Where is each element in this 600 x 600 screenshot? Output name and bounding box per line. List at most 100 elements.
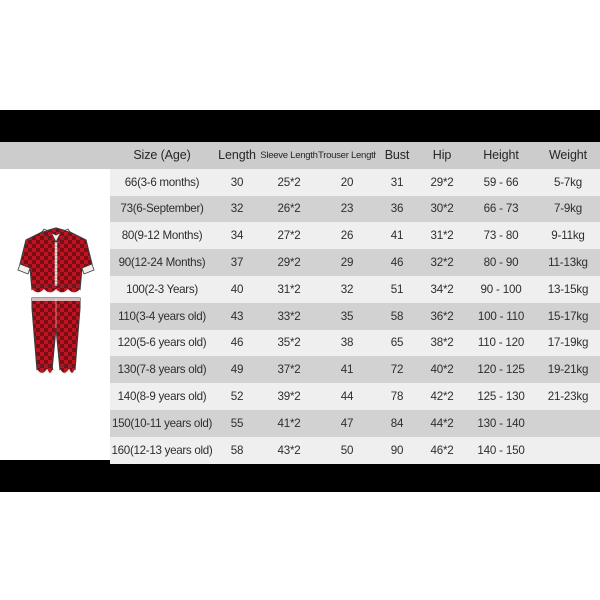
cell-hip: 34*2 bbox=[430, 282, 454, 296]
cell-height: 59 - 66 bbox=[483, 175, 519, 189]
cell-bust: 84 bbox=[390, 416, 404, 430]
cell-length: 49 bbox=[230, 363, 244, 377]
cell-length: 34 bbox=[230, 229, 244, 243]
cell-height: 80 - 90 bbox=[483, 256, 519, 270]
cell-size-age: 100(2-3 Years) bbox=[126, 282, 198, 296]
cell-height: 90 - 100 bbox=[480, 282, 522, 296]
cell-hip: 32*2 bbox=[430, 256, 454, 270]
table-row: 110(3-4 years old) 43 33*2 35 58 36*2 10… bbox=[110, 302, 600, 330]
cell-size-age: 130(7-8 years old) bbox=[117, 363, 207, 377]
plaid-pajama-set-icon bbox=[17, 227, 95, 375]
table-row: 73(6-September) 32 26*2 23 36 30*2 66 - … bbox=[110, 195, 600, 223]
cell-size-age: 110(3-4 years old) bbox=[118, 309, 206, 323]
cell-size-age: 66(3-6 months) bbox=[124, 175, 200, 189]
size-chart-table-wrap: Size (Age) Length Sleeve Length Trouser … bbox=[110, 142, 600, 464]
cell-weight: 13-15kg bbox=[547, 282, 589, 296]
table-row: 100(2-3 Years) 40 31*2 32 51 34*2 90 - 1… bbox=[110, 275, 600, 303]
table-row: 150(10-11 years old) 55 41*2 47 84 44*2 … bbox=[110, 409, 600, 437]
cell-weight: 11-13kg bbox=[548, 256, 588, 270]
bottom-black-band bbox=[0, 460, 600, 492]
cell-bust: 51 bbox=[390, 282, 404, 296]
cell-length: 40 bbox=[230, 282, 244, 296]
cell-height: 140 - 150 bbox=[477, 443, 525, 457]
column-header-trouser-length: Trouser Length bbox=[318, 149, 376, 161]
cell-bust: 72 bbox=[390, 363, 404, 377]
table-row: 140(8-9 years old) 52 39*2 44 78 42*2 12… bbox=[110, 383, 600, 410]
cell-size-age: 160(12-13 years old) bbox=[111, 443, 213, 457]
cell-weight: 7-9kg bbox=[553, 202, 582, 216]
cell-height: 120 - 125 bbox=[477, 363, 525, 377]
column-header-bust: Bust bbox=[384, 148, 410, 163]
table-row: 90(12-24 Months) 37 29*2 29 46 32*2 80 -… bbox=[110, 249, 600, 276]
top-black-band bbox=[0, 110, 600, 142]
cell-hip: 44*2 bbox=[430, 416, 454, 430]
cell-sleeve-length: 31*2 bbox=[277, 282, 301, 296]
column-header-size-age: Size (Age) bbox=[133, 148, 191, 163]
cell-hip: 38*2 bbox=[430, 336, 454, 350]
cell-sleeve-length: 35*2 bbox=[277, 336, 301, 350]
cell-hip: 30*2 bbox=[430, 202, 454, 216]
cell-trouser-length: 29 bbox=[340, 256, 354, 270]
cell-height: 100 - 110 bbox=[477, 309, 525, 323]
cell-size-age: 73(6-September) bbox=[120, 202, 204, 216]
table-row: 66(3-6 months) 30 25*2 20 31 29*2 59 - 6… bbox=[110, 168, 600, 196]
cell-sleeve-length: 29*2 bbox=[277, 256, 301, 270]
cell-sleeve-length: 26*2 bbox=[277, 202, 301, 216]
cell-trouser-length: 23 bbox=[340, 202, 354, 216]
cell-bust: 58 bbox=[390, 309, 404, 323]
cell-bust: 90 bbox=[390, 443, 404, 457]
cell-height: 130 - 140 bbox=[477, 416, 525, 430]
size-chart-page: Size (Age) Length Sleeve Length Trouser … bbox=[0, 0, 600, 600]
table-body: 66(3-6 months) 30 25*2 20 31 29*2 59 - 6… bbox=[110, 168, 600, 464]
cell-size-age: 120(5-6 years old) bbox=[117, 336, 207, 350]
column-header-sleeve-length: Sleeve Length bbox=[260, 149, 318, 161]
cell-sleeve-length: 43*2 bbox=[277, 443, 301, 457]
column-header-length: Length bbox=[218, 148, 256, 163]
cell-weight: 15-17kg bbox=[547, 309, 589, 323]
cell-hip: 36*2 bbox=[430, 309, 454, 323]
cell-weight bbox=[536, 437, 600, 464]
column-header-height: Height bbox=[483, 148, 519, 163]
cell-trouser-length: 44 bbox=[340, 390, 354, 404]
cell-trouser-length: 20 bbox=[340, 175, 354, 189]
cell-hip: 46*2 bbox=[430, 443, 454, 457]
cell-bust: 31 bbox=[390, 175, 404, 189]
cell-trouser-length: 26 bbox=[340, 229, 354, 243]
cell-length: 43 bbox=[230, 309, 244, 323]
cell-size-age: 80(9-12 Months) bbox=[121, 229, 203, 243]
cell-sleeve-length: 41*2 bbox=[277, 416, 301, 430]
size-chart-table: Size (Age) Length Sleeve Length Trouser … bbox=[110, 142, 600, 464]
cell-hip: 42*2 bbox=[430, 390, 454, 404]
cell-sleeve-length: 37*2 bbox=[277, 363, 301, 377]
cell-sleeve-length: 25*2 bbox=[277, 175, 301, 189]
product-image-panel bbox=[0, 142, 110, 460]
cell-weight: 5-7kg bbox=[553, 175, 582, 189]
cell-trouser-length: 41 bbox=[340, 363, 354, 377]
cell-weight: 17-19kg bbox=[547, 336, 589, 350]
cell-length: 46 bbox=[230, 336, 244, 350]
cell-trouser-length: 50 bbox=[340, 443, 354, 457]
cell-hip: 29*2 bbox=[430, 175, 454, 189]
table-header-row: Size (Age) Length Sleeve Length Trouser … bbox=[110, 142, 600, 169]
cell-height: 73 - 80 bbox=[483, 229, 519, 243]
cell-trouser-length: 32 bbox=[340, 282, 354, 296]
cell-weight: 9-11kg bbox=[551, 229, 585, 243]
cell-hip: 40*2 bbox=[430, 363, 454, 377]
column-header-hip: Hip bbox=[432, 148, 452, 163]
cell-bust: 65 bbox=[390, 336, 404, 350]
column-header-weight: Weight bbox=[548, 148, 588, 163]
cell-height: 125 - 130 bbox=[477, 390, 525, 404]
cell-height: 66 - 73 bbox=[483, 202, 519, 216]
cell-weight: 19-21kg bbox=[547, 363, 589, 377]
cell-weight: 21-23kg bbox=[547, 390, 589, 404]
cell-trouser-length: 47 bbox=[340, 416, 354, 430]
cell-bust: 46 bbox=[390, 256, 404, 270]
chart-content-area: Size (Age) Length Sleeve Length Trouser … bbox=[0, 142, 600, 464]
cell-height: 110 - 120 bbox=[477, 336, 525, 350]
cell-weight bbox=[536, 410, 600, 437]
table-row: 160(12-13 years old) 58 43*2 50 90 46*2 … bbox=[110, 436, 600, 464]
cell-size-age: 140(8-9 years old) bbox=[117, 390, 207, 404]
cell-length: 32 bbox=[230, 202, 244, 216]
table-row: 130(7-8 years old) 49 37*2 41 72 40*2 12… bbox=[110, 356, 600, 384]
cell-sleeve-length: 33*2 bbox=[277, 309, 301, 323]
